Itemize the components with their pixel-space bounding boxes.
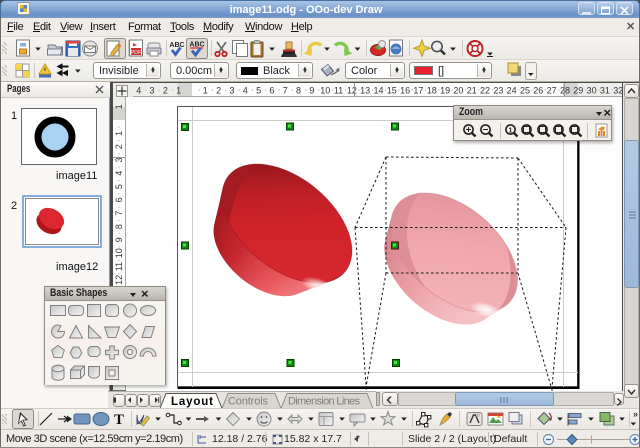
svg-text:11: 11 (334, 86, 343, 96)
svg-text:9: 9 (309, 86, 314, 96)
svg-text:29: 29 (573, 86, 583, 96)
svg-text:14: 14 (373, 86, 383, 96)
svg-text:9: 9 (114, 237, 124, 242)
svg-text:30: 30 (587, 86, 597, 96)
svg-text:1: 1 (176, 86, 181, 96)
svg-text:3: 3 (150, 86, 155, 96)
svg-text:18: 18 (427, 86, 437, 96)
svg-text:10: 10 (320, 86, 330, 96)
svg-text:PDF: PDF (131, 50, 143, 56)
svg-text:7: 7 (114, 211, 124, 216)
svg-text:2: 2 (114, 144, 124, 149)
svg-text:5: 5 (256, 86, 261, 96)
svg-text:2: 2 (216, 86, 221, 96)
svg-text:4: 4 (136, 86, 141, 96)
svg-text:4: 4 (114, 171, 124, 176)
svg-text:27: 27 (547, 86, 557, 96)
svg-text:1: 1 (114, 131, 124, 136)
svg-text:23: 23 (493, 86, 503, 96)
svg-text:25: 25 (520, 86, 530, 96)
svg-text:10: 10 (114, 248, 124, 258)
svg-text:Controls: Controls (228, 396, 269, 408)
svg-text:6: 6 (269, 86, 274, 96)
svg-text:1: 1 (509, 128, 513, 135)
svg-text:13: 13 (360, 86, 370, 96)
svg-text:1: 1 (114, 104, 124, 109)
svg-text:8: 8 (296, 86, 301, 96)
svg-text:6: 6 (114, 197, 124, 202)
svg-text:»: » (633, 409, 638, 419)
svg-text:12: 12 (114, 275, 124, 285)
svg-text:T: T (114, 412, 124, 428)
svg-text:32: 32 (613, 86, 622, 96)
svg-text:4: 4 (243, 86, 248, 96)
svg-text:Layout: Layout (171, 396, 213, 408)
svg-text:12: 12 (347, 86, 357, 96)
svg-text:16: 16 (400, 86, 410, 96)
svg-text:1: 1 (203, 86, 208, 96)
svg-text:22: 22 (480, 86, 490, 96)
svg-text:20: 20 (453, 86, 463, 96)
svg-text:3: 3 (229, 86, 234, 96)
svg-text:8: 8 (114, 224, 124, 229)
svg-text:Dimension Lines: Dimension Lines (288, 396, 361, 408)
svg-text:5: 5 (114, 184, 124, 189)
svg-text:ABC: ABC (169, 42, 184, 49)
svg-text:26: 26 (533, 86, 543, 96)
svg-text:3: 3 (114, 157, 124, 162)
svg-text:24: 24 (507, 86, 517, 96)
svg-text:15: 15 (387, 86, 397, 96)
svg-text:17: 17 (413, 86, 423, 96)
svg-text:21: 21 (467, 86, 477, 96)
svg-text:2: 2 (163, 86, 168, 96)
svg-text:19: 19 (440, 86, 450, 96)
svg-text:7: 7 (283, 86, 288, 96)
svg-text:31: 31 (600, 86, 610, 96)
svg-text:11: 11 (114, 262, 124, 271)
